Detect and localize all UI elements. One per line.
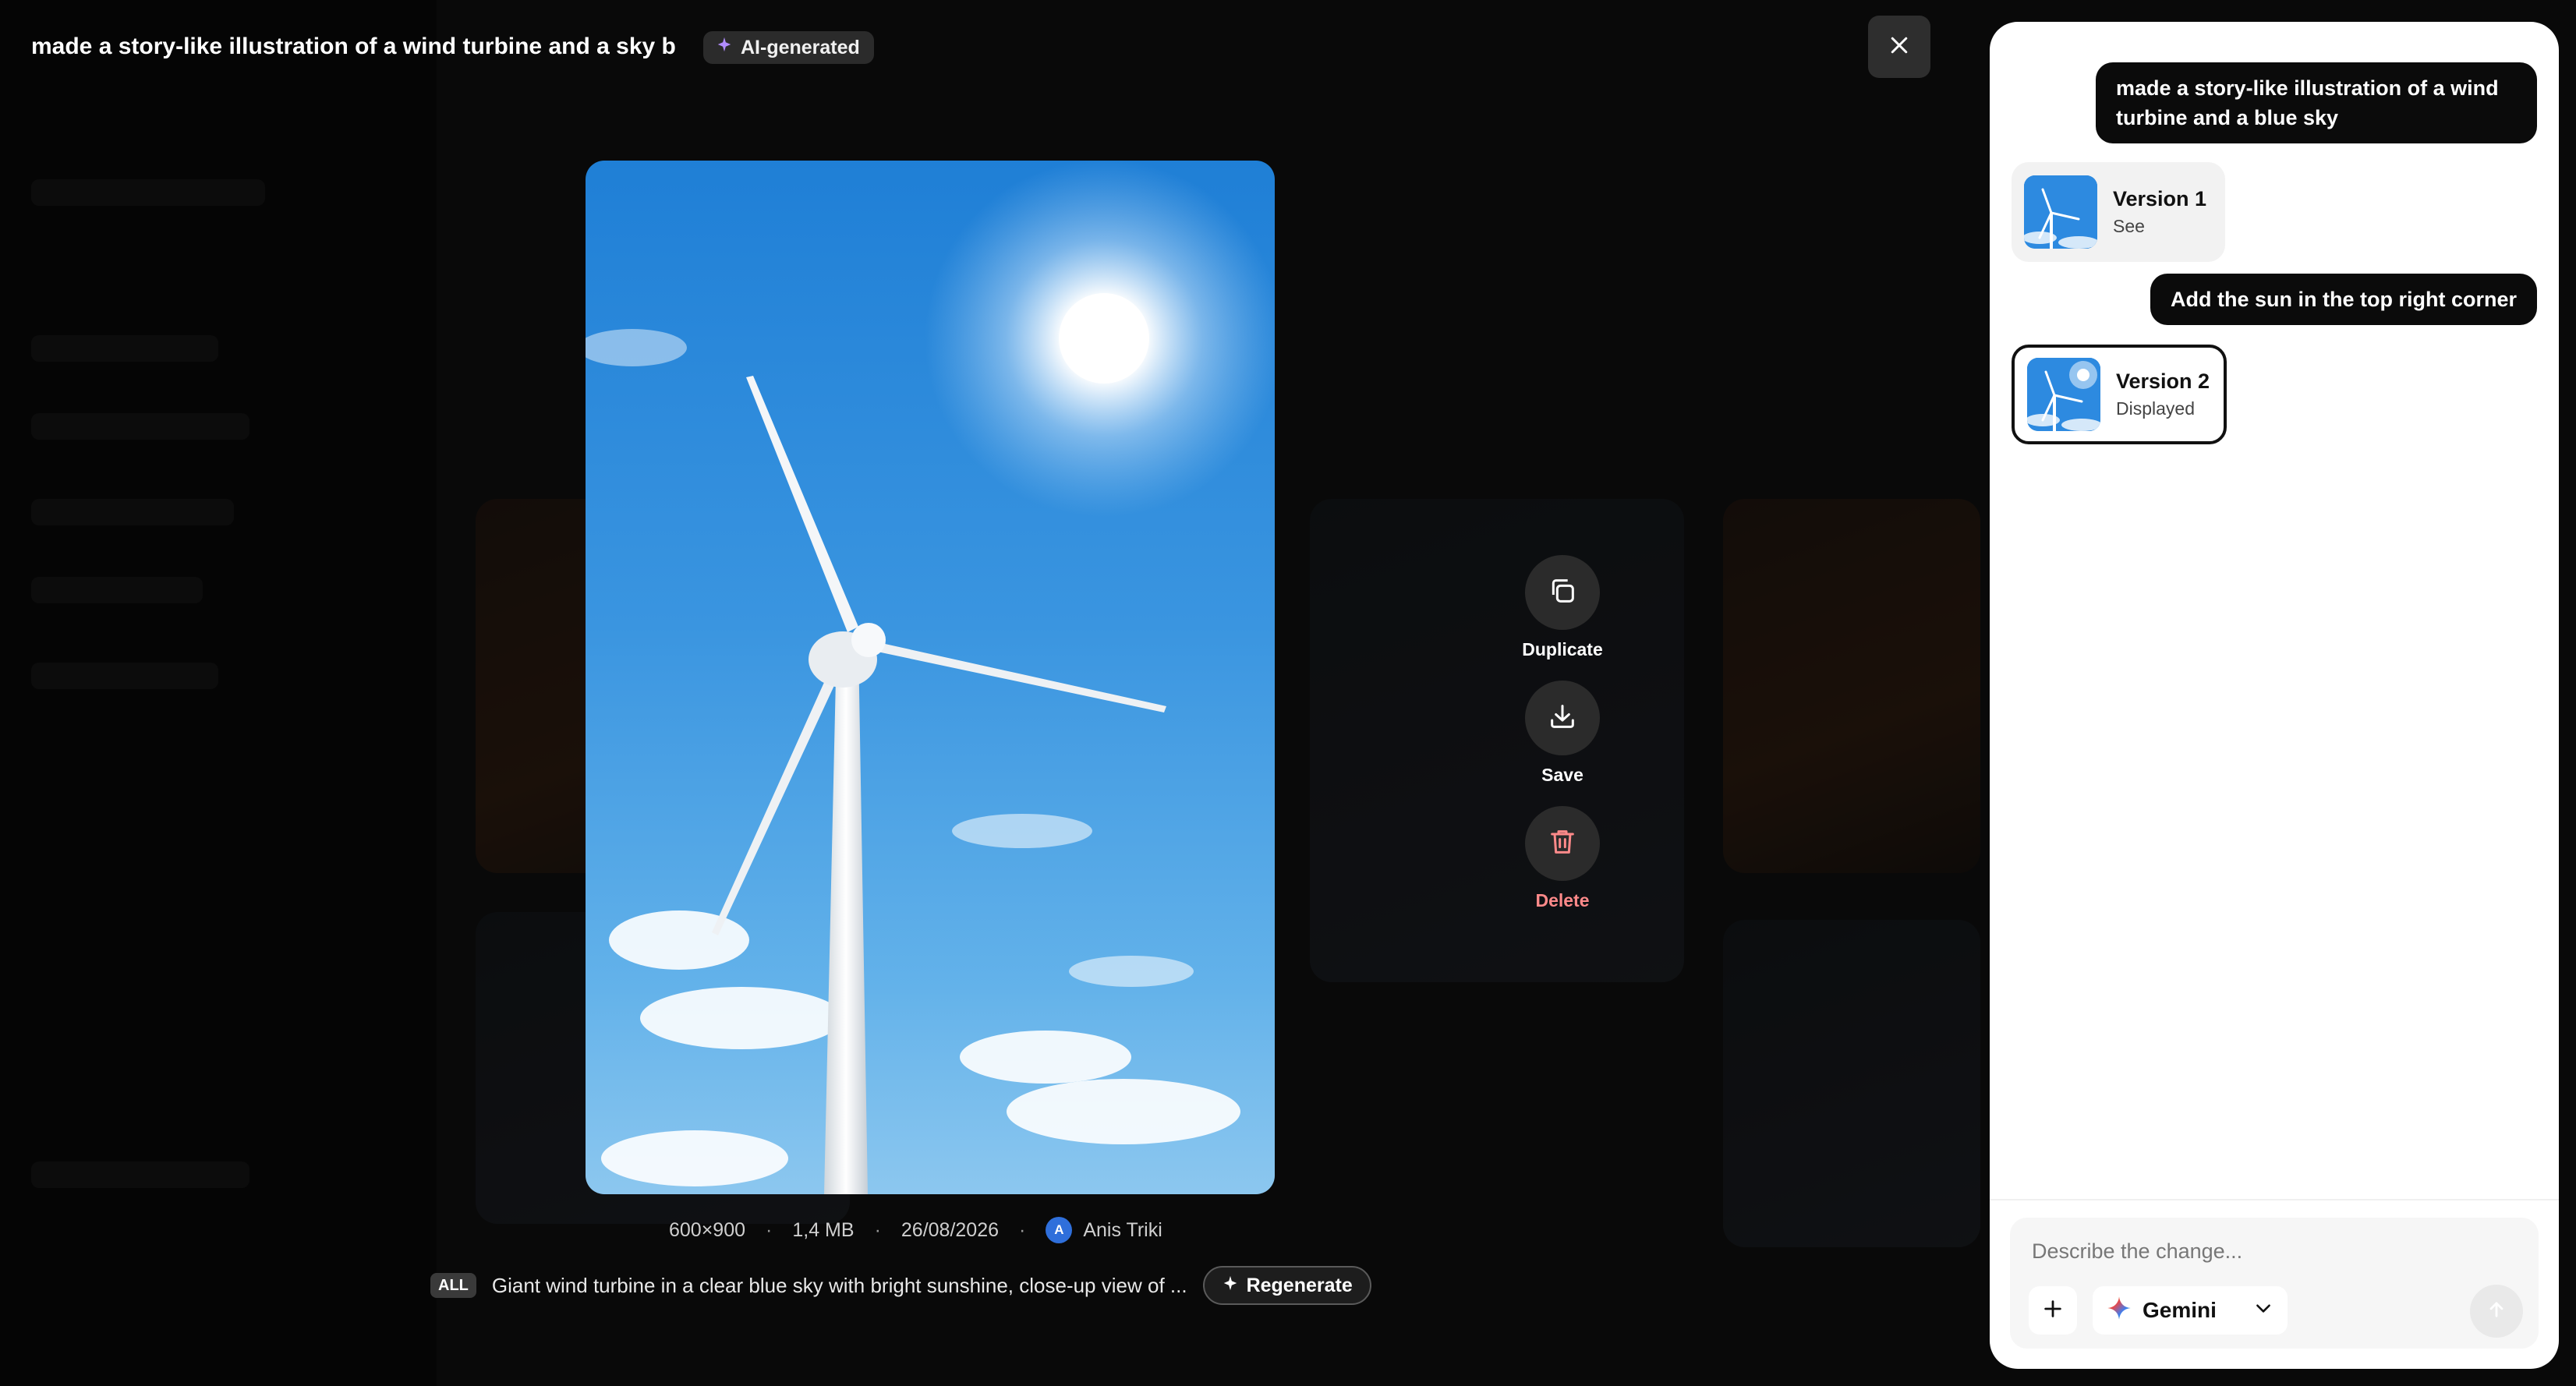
duplicate-button[interactable]: Duplicate xyxy=(1513,555,1612,660)
close-icon xyxy=(1888,34,1911,61)
delete-button-circle[interactable] xyxy=(1525,806,1600,881)
author-avatar: A xyxy=(1046,1217,1073,1243)
prompt-line: ALL Giant wind turbine in a clear blue s… xyxy=(430,1266,1371,1305)
version-1-status: See xyxy=(2113,216,2145,236)
version-2-status: Displayed xyxy=(2116,398,2195,419)
close-button[interactable] xyxy=(1868,16,1930,78)
prompt-text: Giant wind turbine in a clear blue sky w… xyxy=(491,1273,1187,1297)
delete-label: Delete xyxy=(1535,890,1590,910)
save-button-circle[interactable] xyxy=(1525,681,1600,755)
version-2-title: Version 2 xyxy=(2116,369,2210,393)
separator-dot: · xyxy=(874,1218,881,1241)
generated-image xyxy=(586,161,1275,1194)
sparkle-icon xyxy=(1222,1275,1239,1297)
author-name: Anis Triki xyxy=(1083,1218,1162,1241)
sparkle-icon xyxy=(716,31,733,64)
image-size: 1,4 MB xyxy=(792,1218,855,1241)
trash-icon xyxy=(1547,826,1578,861)
duplicate-label: Duplicate xyxy=(1522,639,1603,659)
image-title: made a story-like illustration of a wind… xyxy=(31,34,676,59)
regenerate-button[interactable]: Regenerate xyxy=(1202,1266,1371,1305)
duplicate-icon xyxy=(1547,575,1578,610)
user-message: Add the sun in the top right corner xyxy=(2150,274,2537,325)
prompt-scope-chip: ALL xyxy=(430,1273,476,1298)
image-meta: 600×900 · 1,4 MB · 26/08/2026 · A Anis T… xyxy=(669,1216,1162,1244)
version-1-card[interactable]: Version 1 See xyxy=(2012,162,2225,262)
edit-chat-panel: made a story-like illustration of a wind… xyxy=(1990,22,2559,1369)
composer-divider xyxy=(1990,1199,2559,1200)
gemini-star-icon xyxy=(2107,1296,2132,1326)
version-2-thumbnail xyxy=(2027,358,2100,431)
send-button[interactable] xyxy=(2470,1285,2523,1338)
add-attachment-button[interactable] xyxy=(2029,1286,2077,1335)
separator-dot: · xyxy=(766,1218,773,1241)
image-dimensions: 600×900 xyxy=(669,1218,746,1241)
version-1-thumbnail xyxy=(2024,175,2097,249)
model-name: Gemini xyxy=(2143,1298,2217,1322)
delete-button[interactable]: Delete xyxy=(1513,806,1612,911)
describe-change-input[interactable]: Describe the change... xyxy=(2032,1239,2242,1264)
plus-icon xyxy=(2042,1294,2064,1328)
version-1-title: Version 1 xyxy=(2113,187,2207,210)
arrow-up-icon xyxy=(2486,1299,2507,1324)
model-selector[interactable]: Gemini xyxy=(2093,1286,2288,1335)
duplicate-button-circle[interactable] xyxy=(1525,555,1600,630)
regenerate-label: Regenerate xyxy=(1246,1274,1353,1296)
separator-dot: · xyxy=(1019,1218,1026,1241)
change-composer: Describe the change... Gemini xyxy=(2010,1218,2539,1349)
image-actions: Duplicate Save Delete xyxy=(1513,555,1612,932)
image-date: 26/08/2026 xyxy=(901,1218,1000,1241)
ai-generated-badge: AI-generated xyxy=(703,31,874,64)
ai-generated-label: AI-generated xyxy=(741,37,860,58)
user-message: made a story-like illustration of a wind… xyxy=(2096,62,2537,143)
save-button[interactable]: Save xyxy=(1513,681,1612,786)
download-icon xyxy=(1547,701,1578,736)
version-2-card[interactable]: Version 2 Displayed xyxy=(2012,345,2227,444)
save-label: Save xyxy=(1541,765,1583,785)
chevron-down-icon xyxy=(2253,1298,2273,1324)
